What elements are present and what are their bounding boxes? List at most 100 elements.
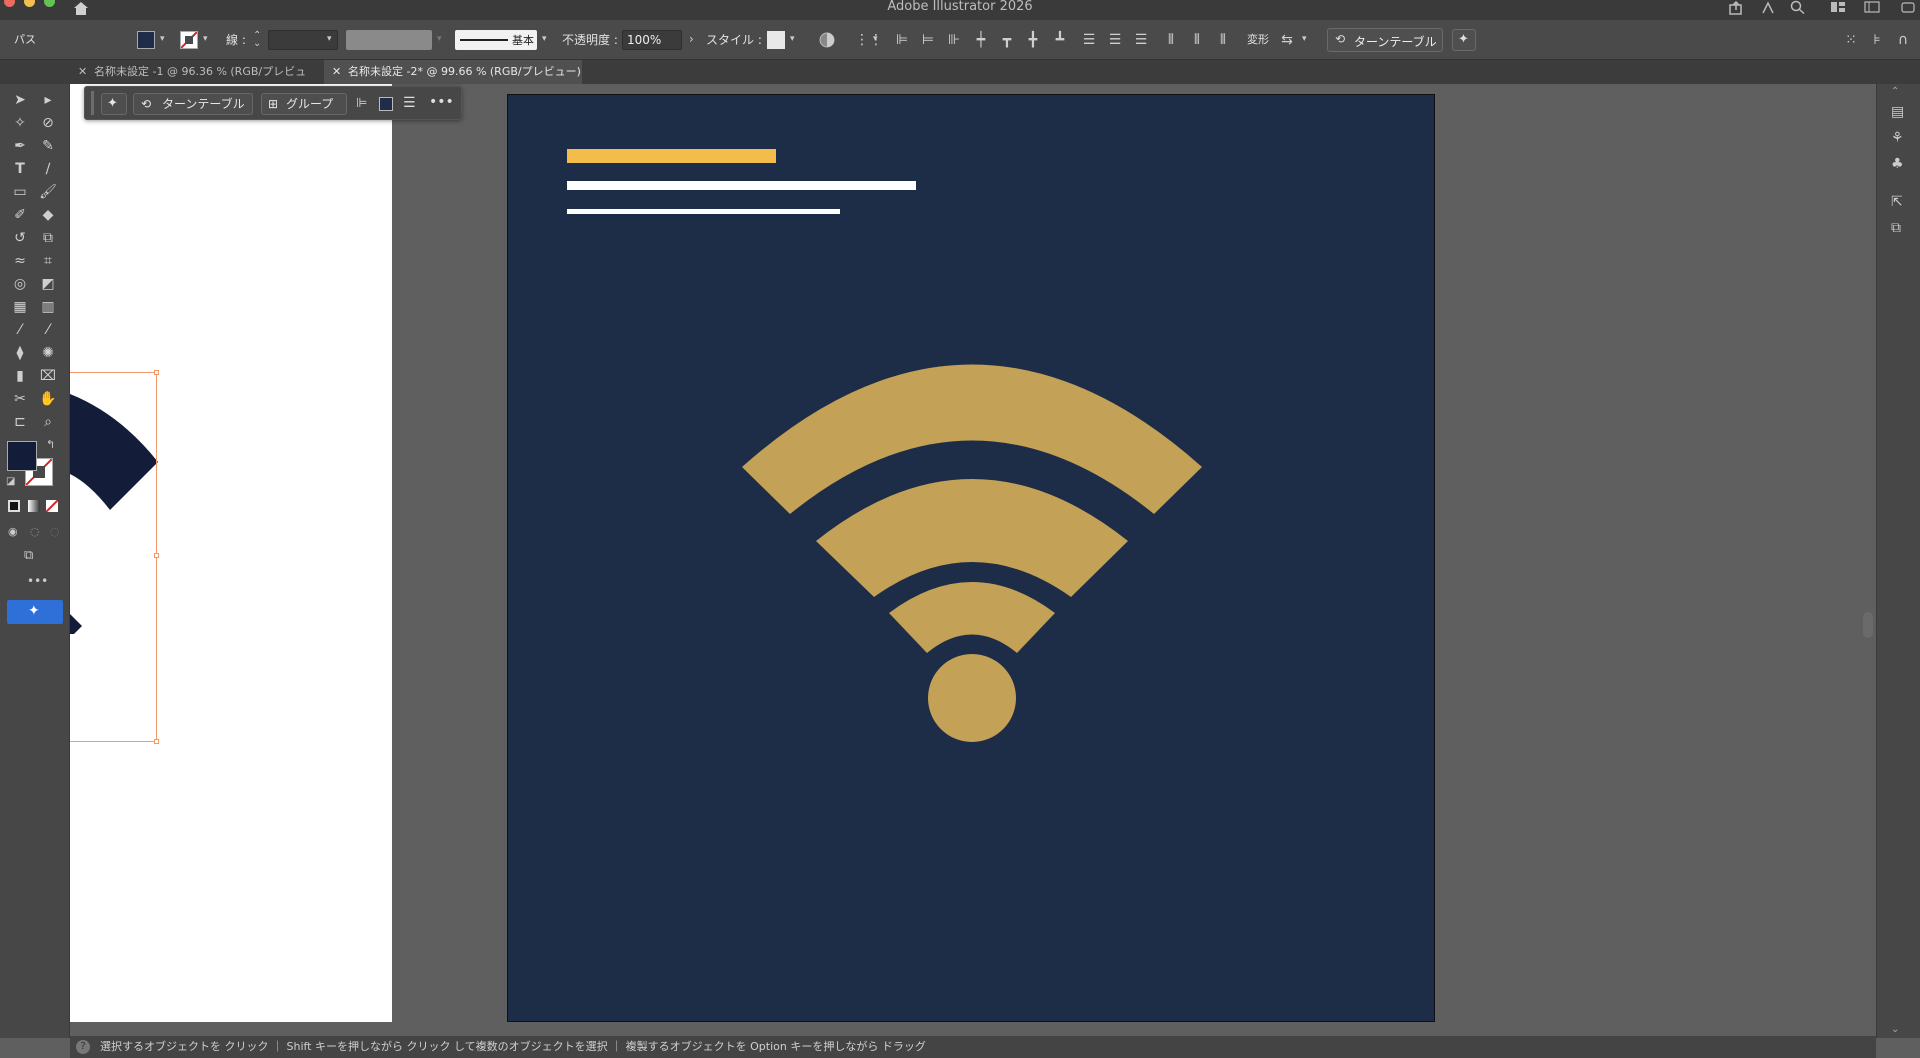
print-tiling-icon[interactable]: ⊏ bbox=[10, 412, 30, 432]
scroll-down-icon[interactable]: ⌄ bbox=[1891, 1024, 1899, 1035]
gradient-icon[interactable]: ▥ bbox=[38, 297, 58, 317]
wifi-dot[interactable] bbox=[928, 654, 1016, 742]
align-right-icon[interactable]: ⊪ bbox=[945, 31, 963, 49]
export-panel-icon[interactable]: ⇱ bbox=[1891, 194, 1903, 210]
chevron-down-icon[interactable]: ▾ bbox=[1302, 34, 1307, 44]
toggle-panel-icon[interactable]: ⊧ bbox=[1868, 31, 1886, 49]
fill-color-box[interactable] bbox=[7, 441, 37, 471]
eyedropper-icon[interactable]: ⁄ bbox=[10, 320, 30, 340]
free-transform-icon[interactable]: ⌗ bbox=[38, 251, 58, 271]
close-tab-icon[interactable]: ✕ bbox=[78, 60, 87, 84]
slice-icon[interactable]: ✂ bbox=[10, 389, 30, 409]
fill-color-swatch[interactable] bbox=[379, 97, 393, 111]
chevron-down-icon[interactable]: ▾ bbox=[542, 34, 547, 44]
mesh-icon[interactable]: ▦ bbox=[10, 297, 30, 317]
magic-wand-icon[interactable]: ✧ bbox=[10, 113, 30, 133]
distribute-right-icon[interactable]: ⫴ bbox=[1214, 31, 1232, 49]
direct-selection-tool-icon[interactable]: ▸ bbox=[38, 90, 58, 110]
rectangle-tool-icon[interactable]: ▭ bbox=[10, 182, 30, 202]
gradient-mode-icon[interactable] bbox=[28, 500, 40, 512]
none-mode-icon[interactable] bbox=[45, 499, 59, 513]
align-horizontal-center-icon[interactable]: ⊨ bbox=[919, 31, 937, 49]
tab-document-2[interactable]: ✕ 名称未設定 -2* @ 99.66 % (RGB/プレビュー) bbox=[324, 60, 582, 84]
brush-definition-dropdown[interactable]: 基本 bbox=[455, 30, 537, 50]
generative-ai-button[interactable]: ✦ bbox=[1452, 29, 1476, 51]
wifi-icon[interactable] bbox=[508, 95, 1436, 1023]
paintbrush-icon[interactable]: 🖌 bbox=[38, 182, 58, 202]
align-middle-icon[interactable]: ╋ bbox=[1024, 31, 1042, 49]
chevron-down-icon[interactable]: ▾ bbox=[203, 34, 208, 44]
vertical-scrollbar-thumb[interactable] bbox=[1863, 612, 1873, 638]
chevron-right-icon[interactable]: › bbox=[689, 32, 694, 46]
distribute-top-icon[interactable]: ☰ bbox=[1080, 31, 1098, 49]
selection-tool-icon[interactable]: ➤ bbox=[10, 90, 30, 110]
group-button[interactable]: ⊞ グループ bbox=[261, 93, 347, 115]
chevron-down-icon[interactable]: ▾ bbox=[160, 34, 165, 44]
lasso-icon[interactable]: ⊘ bbox=[38, 113, 58, 133]
generative-ai-tool-button[interactable]: ✦ bbox=[7, 600, 63, 624]
artboards-panel-icon[interactable]: ⧉ bbox=[1891, 220, 1901, 236]
chevron-down-icon[interactable]: ▾ bbox=[790, 34, 795, 44]
artboard-2[interactable] bbox=[507, 94, 1435, 1022]
properties-menu-icon[interactable]: ☰ bbox=[403, 95, 419, 111]
distribute-bottom-icon[interactable]: ☰ bbox=[1132, 31, 1150, 49]
variable-width-profile[interactable] bbox=[346, 30, 432, 50]
screen-mode-icon[interactable]: ⧉ bbox=[24, 548, 33, 563]
fill-swatch[interactable] bbox=[137, 31, 155, 49]
artboard-1[interactable] bbox=[68, 84, 392, 1022]
distribute-center-icon[interactable]: ☰ bbox=[1106, 31, 1124, 49]
tab-document-1[interactable]: ✕ 名称未設定 -1 @ 96.36 % (RGB/プレビュー) bbox=[70, 60, 320, 102]
chevron-down-icon[interactable]: ▾ bbox=[327, 34, 332, 44]
more-options-icon[interactable]: ••• bbox=[429, 94, 454, 110]
stroke-swatch[interactable] bbox=[180, 31, 198, 49]
panel-menu-icon[interactable]: ∩ bbox=[1894, 31, 1912, 49]
resize-handle[interactable] bbox=[154, 370, 159, 375]
recolor-artwork-icon[interactable] bbox=[818, 31, 836, 49]
rotate-icon[interactable]: ↺ bbox=[10, 228, 30, 248]
align-top-icon[interactable]: ┿ bbox=[972, 31, 990, 49]
opacity-input[interactable]: 100% bbox=[622, 30, 682, 50]
swap-fill-stroke-icon[interactable]: ↰ bbox=[46, 438, 55, 451]
wifi-arc-inner[interactable] bbox=[889, 582, 1055, 653]
align-to-icon[interactable]: ⋮⋮ bbox=[855, 31, 883, 49]
distribute-left-icon[interactable]: ⫴ bbox=[1162, 31, 1180, 49]
distribute-horizontal-icon[interactable]: ⫴ bbox=[1188, 31, 1206, 49]
libraries-panel-icon[interactable]: ♣ bbox=[1891, 156, 1904, 172]
stroke-stepper-icon[interactable]: ⌃ ⌄ bbox=[253, 31, 261, 49]
help-icon[interactable]: ? bbox=[76, 1040, 90, 1054]
transform-label[interactable]: 変形 bbox=[1247, 20, 1269, 60]
isolate-icon[interactable]: ⇆ bbox=[1278, 31, 1296, 49]
type-tool-icon[interactable]: T bbox=[10, 159, 30, 179]
align-vertical-center-icon[interactable]: ┳ bbox=[998, 31, 1016, 49]
resize-handle[interactable] bbox=[154, 739, 159, 744]
draw-normal-icon[interactable]: ◉ bbox=[8, 525, 18, 538]
eraser-icon[interactable]: ◆ bbox=[38, 205, 58, 225]
search-icon[interactable] bbox=[1790, 0, 1806, 15]
scale-icon[interactable]: ⧉ bbox=[38, 228, 58, 248]
symbol-sprayer-icon[interactable]: ✺ bbox=[38, 343, 58, 363]
edit-toolbar-icon[interactable]: ••• bbox=[27, 574, 48, 588]
wifi-arc-middle[interactable] bbox=[816, 479, 1128, 597]
arrange-documents-icon[interactable] bbox=[1864, 1, 1880, 13]
graphic-style-swatch[interactable] bbox=[767, 31, 785, 49]
artboard-icon[interactable]: ⌧ bbox=[38, 366, 58, 386]
share-icon[interactable] bbox=[1728, 0, 1744, 15]
canvas-area[interactable] bbox=[0, 84, 1920, 1038]
align-left-icon[interactable]: ⊫ bbox=[893, 31, 911, 49]
blend-icon[interactable]: ⧫ bbox=[10, 343, 30, 363]
close-tab-icon[interactable]: ✕ bbox=[332, 60, 341, 84]
align-bottom-icon[interactable]: ┻ bbox=[1051, 31, 1069, 49]
warp-icon[interactable]: ≈ bbox=[10, 251, 30, 271]
workspace-switcher-icon[interactable] bbox=[1830, 1, 1846, 13]
live-paint-icon[interactable]: ◩ bbox=[38, 274, 58, 294]
default-fill-stroke-icon[interactable]: ◪ bbox=[6, 476, 15, 487]
drag-handle[interactable] bbox=[91, 91, 94, 115]
properties-panel-icon[interactable]: ▤ bbox=[1891, 104, 1904, 120]
generative-ai-button[interactable]: ✦ bbox=[101, 93, 127, 115]
arrange-panels-icon[interactable]: ⁙ bbox=[1842, 31, 1860, 49]
layers-panel-icon[interactable]: ⚘ bbox=[1891, 130, 1904, 146]
turntable-context-button[interactable]: ⟲ ターンテーブル bbox=[133, 93, 253, 115]
draw-behind-icon[interactable]: ◌ bbox=[30, 525, 40, 538]
zoom-icon[interactable]: ⌕ bbox=[38, 412, 58, 432]
hand-icon[interactable]: ✋ bbox=[38, 389, 58, 409]
